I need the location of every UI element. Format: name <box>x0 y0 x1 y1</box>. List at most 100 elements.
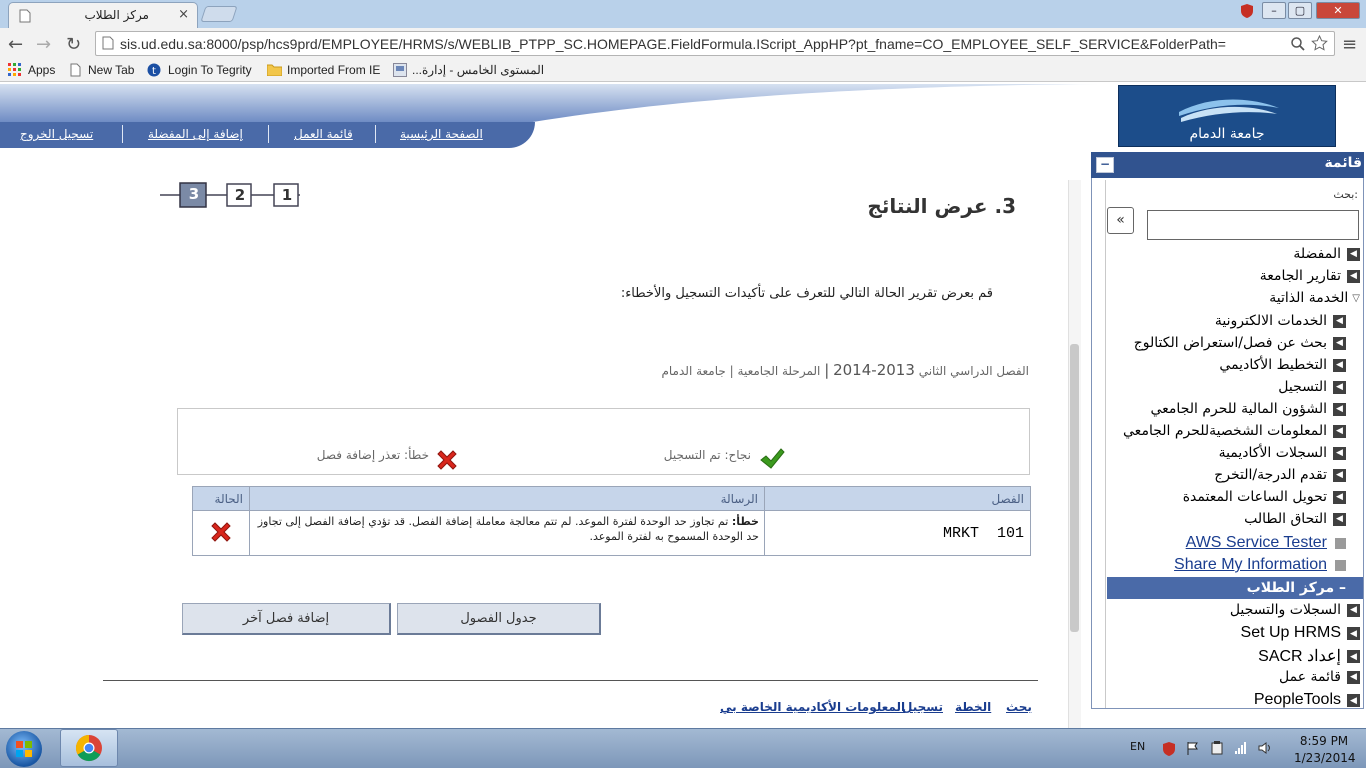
bookmark-apps[interactable]: Apps <box>28 63 55 77</box>
menu-item-worklist[interactable]: ◀ قائمة عمل <box>1279 666 1360 688</box>
scrollbar-thumb[interactable] <box>1070 344 1079 632</box>
sign-out-link[interactable]: تسجيل الخروج <box>20 127 93 141</box>
shield-icon[interactable] <box>1162 741 1176 756</box>
status-cell <box>192 510 250 556</box>
page-icon <box>19 9 31 23</box>
back-icon[interactable]: ← <box>8 34 23 55</box>
tab-close-icon[interactable]: × <box>178 7 189 22</box>
success-check-icon <box>759 448 785 470</box>
worklist-link[interactable]: قائمة العمل <box>294 127 353 141</box>
menu-item-degree-progress[interactable]: ◀ تقدم الدرجة/التخرج <box>1214 464 1346 486</box>
tegrity-icon: t <box>147 63 161 77</box>
url-text: sis.ud.edu.sa:8000/psp/hcs9prd/EMPLOYEE/… <box>120 36 1226 52</box>
menu-item-academic-records[interactable]: ◀ السجلات الأكاديمية <box>1219 442 1346 464</box>
clock-date[interactable]: 1/23/2014 <box>1294 751 1356 765</box>
device-icon[interactable] <box>1210 741 1224 755</box>
step-3: 3 <box>188 185 200 203</box>
tab-title: مركز الطلاب <box>84 8 150 22</box>
menu-item-records-enrollment[interactable]: ◀ السجلات والتسجيل <box>1230 599 1360 621</box>
menu-item-enrollment[interactable]: ◀ التسجيل <box>1278 376 1346 398</box>
my-academics-link[interactable]: المعلومات الأكاديمية الخاصة بي <box>720 700 905 714</box>
add-to-favorites-link[interactable]: إضافة إلى المفضلة <box>148 127 243 141</box>
enroll-link[interactable]: تسجيل <box>902 700 943 714</box>
class-cell: MRKT 101 <box>764 510 1031 556</box>
start-button[interactable] <box>6 731 42 767</box>
chrome-icon <box>75 734 102 762</box>
success-legend: نجاح: تم التسجيل <box>663 448 751 462</box>
menu-item-favorites[interactable]: ◀ المفضلة <box>1293 243 1360 265</box>
menu-item-class-search[interactable]: ◀ بحث عن فصل/استعراض الكتالوج <box>1134 332 1346 354</box>
bookmark-tegrity[interactable]: Login To Tegrity <box>168 63 252 77</box>
result-summary <box>177 408 1030 475</box>
menu-item-peopletools[interactable]: ◀ PeopleTools <box>1254 689 1360 711</box>
nav-divider <box>375 125 376 143</box>
bookmark-level-five[interactable]: المستوى الخامس - إدارة... <box>412 63 544 77</box>
menu-collapse-button[interactable]: − <box>1096 157 1114 173</box>
svg-text:t: t <box>152 66 156 77</box>
message-text: تم تجاوز حد الوحدة لفترة الموعد. لم تتم … <box>257 515 759 543</box>
clock-time[interactable]: 8:59 PM <box>1294 734 1354 748</box>
apps-grid-icon[interactable] <box>8 63 22 77</box>
address-bar[interactable]: sis.ud.edu.sa:8000/psp/hcs9prd/EMPLOYEE/… <box>95 31 1335 56</box>
network-icon[interactable] <box>1234 741 1248 755</box>
menu-search-input[interactable] <box>1147 210 1359 240</box>
menu-item-setup-hrms[interactable]: ◀ Set Up HRMS <box>1241 622 1360 644</box>
menu-item-university-reports[interactable]: ◀ تقارير الجامعة <box>1260 265 1360 287</box>
home-link[interactable]: الصفحة الرئيسية <box>400 127 483 141</box>
menu-item-transfer-credit[interactable]: ◀ تحويل الساعات المعتمدة <box>1183 486 1346 508</box>
term-separator: | <box>729 364 734 378</box>
term-institution: جامعة الدمام <box>661 364 726 378</box>
forward-icon[interactable]: → <box>36 34 51 55</box>
close-window-button[interactable]: ✕ <box>1316 2 1360 19</box>
maximize-button[interactable]: ▢ <box>1288 2 1312 19</box>
col-status-header: الحالة <box>192 486 250 511</box>
volume-icon[interactable] <box>1258 741 1272 755</box>
menu-search-label: بحث: <box>1333 188 1358 201</box>
menu-item-self-service[interactable]: ▽ الخدمة الذاتية <box>1269 287 1360 309</box>
shield-icon <box>1240 3 1254 19</box>
step-1: 1 <box>281 186 293 204</box>
error-x-icon <box>209 520 233 544</box>
plan-link[interactable]: الخطة <box>955 700 991 714</box>
menu-item-eservices[interactable]: ◀ الخدمات الالكترونية <box>1215 310 1346 332</box>
add-another-class-button[interactable]: إضافة فصل آخر <box>182 603 391 635</box>
bookmark-imported[interactable]: Imported From IE <box>287 63 380 77</box>
reload-icon[interactable]: ↻ <box>66 34 81 55</box>
page-title: 3. عرض النتائج <box>867 194 1016 218</box>
menu-item-setup-sacr[interactable]: ◀ إعداد SACR <box>1258 645 1360 667</box>
col-message-header: الرسالة <box>249 486 765 511</box>
search-link[interactable]: بحث <box>1006 700 1032 714</box>
nav-divider <box>268 125 269 143</box>
bookmark-star-icon[interactable] <box>1311 35 1328 52</box>
nav-divider <box>122 125 123 143</box>
page-icon <box>102 36 114 50</box>
menu-item-aws-service-tester[interactable]: AWS Service Tester <box>1186 532 1346 554</box>
flag-icon[interactable] <box>1186 741 1200 755</box>
bookmark-new-tab[interactable]: New Tab <box>88 63 134 77</box>
minimize-button[interactable]: – <box>1262 2 1286 19</box>
instructions-text: قم بعرض تقرير الحالة التالي للتعرف على ت… <box>620 286 993 301</box>
class-schedule-button[interactable]: جدول الفصول <box>397 603 601 635</box>
zoom-icon[interactable] <box>1290 36 1306 52</box>
folder-icon <box>267 64 282 76</box>
menu-item-academic-planning[interactable]: ◀ التخطيط الأكاديمي <box>1219 354 1346 376</box>
term-career: المرحلة الجامعية <box>737 364 821 378</box>
browser-menu-icon[interactable]: ≡ <box>1342 34 1357 55</box>
menu-search-button[interactable]: « <box>1107 207 1134 234</box>
browser-tab[interactable]: مركز الطلاب × <box>8 2 198 28</box>
menu-item-campus-finances[interactable]: ◀ الشؤون المالية للحرم الجامعي <box>1151 398 1346 420</box>
error-x-icon <box>435 448 459 472</box>
logo-text: جامعة الدمام <box>1189 126 1264 142</box>
step-2: 2 <box>234 186 246 204</box>
taskbar-chrome-button[interactable] <box>60 729 118 767</box>
new-tab-button[interactable] <box>200 6 238 22</box>
message-cell: خطأ: تم تجاوز حد الوحدة لفترة الموعد. لم… <box>249 510 765 556</box>
menu-item-student-admissions[interactable]: ◀ التحاق الطالب <box>1244 508 1346 530</box>
menu-item-share-my-information[interactable]: Share My Information <box>1174 554 1346 576</box>
page-icon <box>70 63 81 77</box>
language-indicator[interactable]: EN <box>1130 740 1145 753</box>
menu-item-campus-personal-info[interactable]: ◀ المعلومات الشخصيةللحرم الجامعي <box>1123 420 1346 442</box>
term-info: الفصل الدراسي الثاني 2013-2014 | المرحلة… <box>661 361 1029 379</box>
menu-item-student-center[interactable]: – مركز الطلاب <box>1247 577 1346 599</box>
message-label: خطأ: <box>731 515 759 528</box>
